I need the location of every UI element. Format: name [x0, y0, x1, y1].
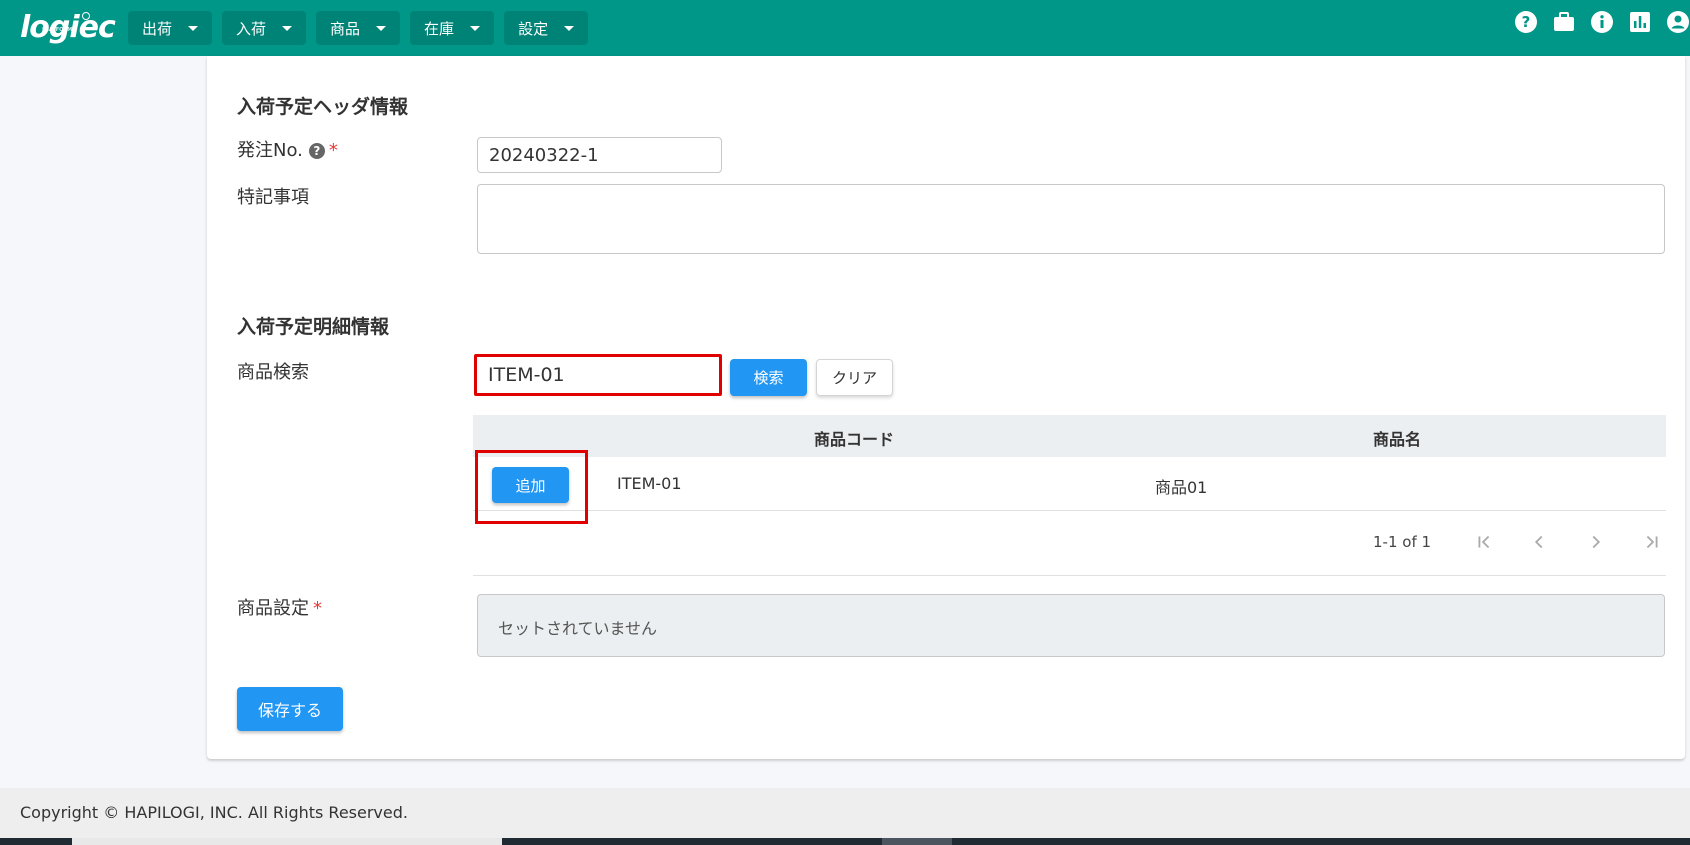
footer: Copyright © HAPILOGI, INC. All Rights Re… — [0, 788, 1690, 838]
required-asterisk: * — [313, 598, 322, 619]
column-header-product-code[interactable]: 商品コード — [814, 426, 894, 450]
product-code-cell: ITEM-01 — [617, 474, 682, 493]
copyright-text: Copyright © HAPILOGI, INC. All Rights Re… — [20, 803, 408, 822]
main-nav: 出荷 入荷 商品 在庫 設定 — [128, 11, 598, 45]
caret-down-icon — [470, 25, 481, 31]
product-setting-display: セットされていません — [477, 594, 1665, 657]
product-setting-label-text: 商品設定 — [237, 598, 309, 619]
table-pagination: 1-1 of 1 — [473, 511, 1666, 576]
search-button[interactable]: 検索 — [730, 359, 807, 396]
caret-down-icon — [282, 25, 293, 31]
column-header-product-name[interactable]: 商品名 — [1373, 426, 1421, 450]
product-search-label: 商品検索 — [237, 362, 309, 383]
table-row: 追加 ITEM-01 商品01 — [473, 458, 1666, 511]
product-name-cell: 商品01 — [1155, 478, 1208, 497]
nav-menu-products[interactable]: 商品 — [316, 11, 401, 45]
order-no-label: 発注No.? * — [237, 136, 338, 162]
first-page-icon[interactable] — [1473, 531, 1495, 553]
nav-menu-label: 入荷 — [236, 19, 267, 38]
help-icon[interactable]: ? — [1514, 10, 1538, 34]
last-page-icon[interactable] — [1641, 531, 1663, 553]
top-app-bar: logiec LOGISTICS EC PLATFORM 出荷 入荷 商品 在庫… — [0, 0, 1690, 56]
logo[interactable]: logiec LOGISTICS EC PLATFORM — [20, 10, 116, 46]
order-no-label-text: 発注No. — [237, 140, 303, 161]
account-icon[interactable] — [1666, 10, 1690, 34]
clear-button[interactable]: クリア — [816, 359, 893, 396]
notes-label: 特記事項 — [237, 187, 309, 208]
nav-menu-shipping[interactable]: 出荷 — [128, 11, 213, 45]
top-icon-group: ? — [1500, 10, 1690, 34]
notes-textarea[interactable] — [477, 184, 1665, 254]
product-setting-label: 商品設定 * — [237, 594, 322, 620]
help-circle-icon[interactable]: ? — [308, 143, 325, 159]
nav-menu-label: 商品 — [330, 19, 361, 38]
pagination-range-text: 1-1 of 1 — [1373, 533, 1432, 551]
caret-down-icon — [376, 25, 387, 31]
caret-down-icon — [188, 25, 199, 31]
nav-menu-inventory[interactable]: 在庫 — [410, 11, 495, 45]
taskbar-segment — [72, 838, 502, 845]
next-page-icon[interactable] — [1585, 531, 1607, 553]
info-icon[interactable] — [1590, 10, 1614, 34]
detail-section-title: 入荷予定明細情報 — [237, 316, 390, 338]
required-asterisk: * — [328, 140, 338, 161]
briefcase-icon[interactable] — [1552, 10, 1576, 34]
nav-menu-label: 設定 — [518, 19, 549, 38]
bottom-taskbar-strip — [0, 838, 1690, 845]
nav-menu-settings[interactable]: 設定 — [504, 11, 589, 45]
receiving-form-card: 入荷予定ヘッダ情報 発注No.?* 特記事項 入荷予定明細情報 商品検索 検索 … — [207, 56, 1685, 759]
bar-chart-icon[interactable] — [1628, 10, 1652, 34]
header-section-title: 入荷予定ヘッダ情報 — [237, 96, 409, 118]
previous-page-icon[interactable] — [1528, 531, 1550, 553]
nav-menu-label: 出荷 — [142, 19, 173, 38]
order-no-input[interactable] — [477, 137, 722, 173]
product-table-header: 商品コード 商品名 — [473, 415, 1666, 457]
nav-menu-label: 在庫 — [424, 19, 455, 38]
nav-menu-receiving[interactable]: 入荷 — [222, 11, 307, 45]
save-button[interactable]: 保存する — [237, 687, 343, 731]
taskbar-segment — [882, 838, 952, 845]
svg-text:?: ? — [1522, 13, 1531, 31]
caret-down-icon — [564, 25, 575, 31]
logo-tagline: LOGISTICS EC PLATFORM — [42, 27, 73, 33]
product-search-input[interactable] — [474, 354, 722, 396]
